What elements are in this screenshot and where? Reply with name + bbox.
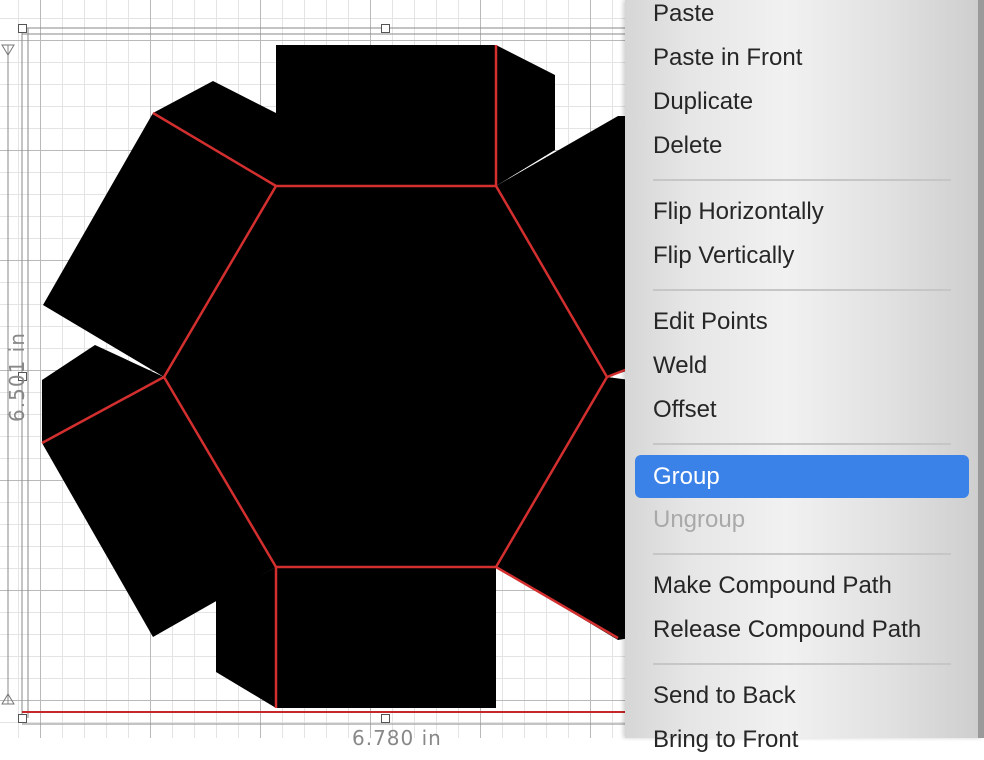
- menu-item-delete[interactable]: Delete: [635, 126, 969, 166]
- resize-handle-top-left[interactable]: [18, 24, 27, 33]
- menu-item-weld[interactable]: Weld: [635, 346, 969, 386]
- menu-item-release-compound-path[interactable]: Release Compound Path: [635, 610, 969, 650]
- menu-item-edit-points[interactable]: Edit Points: [635, 302, 969, 342]
- resize-handle-top-center[interactable]: [381, 24, 390, 33]
- height-dimension-label: 6.501 in: [5, 332, 29, 422]
- width-dimension-label: 6.780 in: [352, 726, 442, 750]
- resize-handle-bottom-left[interactable]: [18, 714, 27, 723]
- menu-separator: [653, 553, 951, 555]
- hexagon-box-template[interactable]: [41, 45, 631, 708]
- context-menu: Paste Paste in Front Duplicate Delete Fl…: [625, 0, 984, 753]
- menu-separator: [653, 179, 951, 181]
- menu-item-make-compound-path[interactable]: Make Compound Path: [635, 566, 969, 606]
- menu-item-flip-horizontally[interactable]: Flip Horizontally: [635, 192, 969, 232]
- menu-item-offset[interactable]: Offset: [635, 390, 969, 430]
- menu-separator: [653, 289, 951, 291]
- menu-item-group[interactable]: Group: [635, 455, 969, 498]
- menu-item-paste[interactable]: Paste: [635, 0, 969, 34]
- window-edge: [978, 0, 984, 738]
- menu-item-ungroup: Ungroup: [653, 506, 746, 533]
- menu-item-paste-in-front[interactable]: Paste in Front: [635, 38, 969, 78]
- bottom-flap[interactable]: [276, 567, 496, 708]
- menu-separator: [653, 663, 951, 665]
- resize-handle-bottom-center[interactable]: [381, 714, 390, 723]
- menu-separator: [653, 443, 951, 445]
- menu-item-send-to-back[interactable]: Send to Back: [635, 676, 969, 716]
- menu-item-duplicate[interactable]: Duplicate: [635, 82, 969, 122]
- menu-item-bring-to-front[interactable]: Bring to Front: [635, 720, 969, 760]
- menu-item-flip-vertically[interactable]: Flip Vertically: [635, 236, 969, 276]
- top-flap[interactable]: [276, 45, 496, 186]
